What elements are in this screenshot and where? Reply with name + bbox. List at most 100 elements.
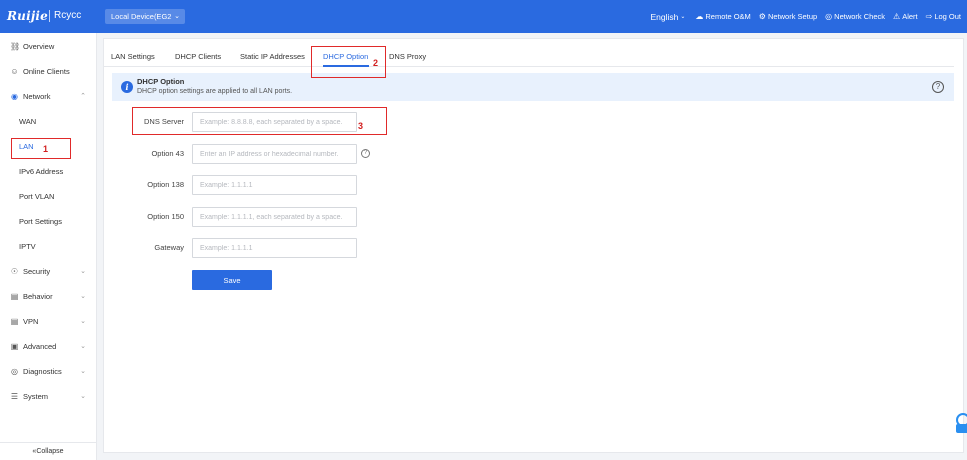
alert-icon: ⚠ bbox=[893, 12, 901, 21]
sidebar-item-label: VPN bbox=[23, 316, 39, 326]
sidebar-item-system[interactable]: ☰ System ⌄ bbox=[0, 387, 96, 405]
logout-link[interactable]: ⇨ Log Out bbox=[926, 12, 961, 21]
remote-om-link[interactable]: ☁ Remote O&M bbox=[695, 12, 750, 21]
sidebar-item-label: Port VLAN bbox=[19, 191, 55, 201]
option-138-label: Option 138 bbox=[147, 180, 184, 189]
tab-dns-proxy[interactable]: DNS Proxy bbox=[389, 52, 426, 61]
annotation-number-1: 1 bbox=[43, 144, 49, 154]
option-150-input[interactable] bbox=[192, 207, 357, 227]
collapse-label: Collapse bbox=[36, 448, 64, 455]
chevron-down-icon: ⌄ bbox=[174, 13, 180, 20]
annotation-number-2: 2 bbox=[373, 58, 379, 68]
chevron-down-icon: ⌄ bbox=[80, 368, 86, 375]
sidebar-item-wan[interactable]: WAN bbox=[0, 112, 96, 130]
sidebar-item-label: Diagnostics bbox=[23, 366, 62, 376]
logout-icon: ⇨ bbox=[925, 12, 933, 21]
advanced-icon: ▣ bbox=[10, 341, 19, 351]
option-43-input[interactable] bbox=[192, 144, 357, 164]
clients-icon: ☺ bbox=[10, 66, 19, 76]
option-138-input[interactable] bbox=[192, 175, 357, 195]
chevron-down-icon: ⌄ bbox=[80, 293, 86, 300]
sidebar-item-port-settings[interactable]: Port Settings bbox=[0, 212, 96, 230]
network-check-link[interactable]: ◎ Network Check bbox=[825, 12, 885, 21]
gear-icon: ⚙ bbox=[758, 12, 766, 21]
tab-bar: LAN Settings DHCP Clients Static IP Addr… bbox=[104, 39, 954, 67]
device-select[interactable]: Local Device(EG2 ⌄ bbox=[105, 9, 185, 24]
sidebar-item-label: WAN bbox=[19, 116, 37, 126]
sidebar-item-label: IPTV bbox=[19, 241, 36, 251]
assistant-widget-icon[interactable] bbox=[953, 412, 967, 434]
sidebar-item-online-clients[interactable]: ☺ Online Clients bbox=[0, 62, 96, 80]
option-138-row: Option 138 bbox=[104, 175, 384, 195]
option-43-label: Option 43 bbox=[151, 149, 184, 158]
header-actions: English ⌄ ☁ Remote O&M ⚙ Network Setup ◎… bbox=[650, 0, 961, 33]
behavior-icon: ▤ bbox=[10, 291, 19, 301]
network-setup-link[interactable]: ⚙ Network Setup bbox=[759, 12, 817, 21]
sidebar-item-network[interactable]: ◉ Network ⌃ bbox=[0, 87, 96, 105]
option-43-row: Option 43 ? bbox=[104, 144, 384, 164]
info-title: DHCP Option bbox=[137, 77, 185, 86]
help-icon[interactable]: ? bbox=[932, 81, 944, 93]
security-icon: ☉ bbox=[10, 266, 19, 276]
sidebar-item-diagnostics[interactable]: ◎ Diagnostics ⌄ bbox=[0, 362, 96, 380]
question-icon[interactable]: ? bbox=[361, 149, 370, 158]
info-banner: i DHCP Option DHCP option settings are a… bbox=[112, 73, 954, 101]
chevron-down-icon: ⌄ bbox=[80, 318, 86, 325]
alert-link[interactable]: ⚠ Alert bbox=[893, 12, 918, 21]
sidebar-item-overview[interactable]: ⛓ Overview bbox=[0, 37, 96, 55]
gateway-label: Gateway bbox=[154, 243, 184, 252]
overview-icon: ⛓ bbox=[10, 41, 21, 51]
chevron-down-icon: ⌄ bbox=[680, 14, 686, 20]
remote-om-label: Remote O&M bbox=[705, 12, 751, 21]
annotation-number-3: 3 bbox=[358, 121, 364, 131]
tab-dhcp-clients[interactable]: DHCP Clients bbox=[175, 52, 221, 61]
info-text: DHCP option settings are applied to all … bbox=[137, 88, 293, 95]
diagnostics-icon: ◎ bbox=[11, 366, 18, 376]
sidebar-item-advanced[interactable]: ▣ Advanced ⌄ bbox=[0, 337, 96, 355]
sidebar-item-port-vlan[interactable]: Port VLAN bbox=[0, 187, 96, 205]
sidebar: ⛓ Overview ☺ Online Clients ◉ Network ⌃ … bbox=[0, 33, 97, 460]
language-select[interactable]: English ⌄ bbox=[650, 12, 685, 22]
sidebar-item-label: Security bbox=[23, 266, 51, 276]
collapse-button[interactable]: « Collapse bbox=[0, 442, 96, 460]
vpn-icon: ▤ bbox=[10, 316, 19, 326]
check-icon: ◎ bbox=[825, 12, 833, 21]
chevron-down-icon: ⌄ bbox=[80, 393, 86, 400]
sidebar-item-ipv6-address[interactable]: IPv6 Address bbox=[0, 162, 96, 180]
system-icon: ☰ bbox=[10, 391, 19, 401]
language-label: English bbox=[650, 11, 679, 22]
logo-divider bbox=[49, 10, 50, 22]
save-button[interactable]: Save bbox=[192, 270, 272, 290]
gateway-row: Gateway bbox=[104, 238, 384, 258]
sidebar-item-security[interactable]: ☉ Security ⌄ bbox=[0, 262, 96, 280]
top-bar: Ruijie Rcycc Local Device(EG2 ⌄ English … bbox=[0, 0, 967, 33]
chevron-up-icon: ⌃ bbox=[80, 93, 86, 100]
cloud-icon: ☁ bbox=[695, 12, 704, 21]
network-check-label: Network Check bbox=[834, 12, 886, 21]
option-150-label: Option 150 bbox=[147, 212, 184, 221]
chevron-down-icon: ⌄ bbox=[80, 268, 86, 275]
sidebar-item-label: Network bbox=[23, 91, 51, 101]
sidebar-item-iptv[interactable]: IPTV bbox=[0, 237, 96, 255]
sidebar-item-label: IPv6 Address bbox=[19, 166, 64, 176]
alert-label: Alert bbox=[902, 12, 918, 21]
sidebar-item-label: Overview bbox=[23, 41, 55, 51]
gateway-input[interactable] bbox=[192, 238, 357, 258]
sidebar-item-label: Behavior bbox=[23, 291, 53, 301]
sidebar-item-behavior[interactable]: ▤ Behavior ⌄ bbox=[0, 287, 96, 305]
info-icon: i bbox=[121, 81, 133, 93]
tab-lan-settings[interactable]: LAN Settings bbox=[111, 52, 155, 61]
annotation-box-lan bbox=[11, 138, 71, 159]
sidebar-item-label: Online Clients bbox=[23, 66, 70, 76]
device-select-label: Local Device(EG2 bbox=[111, 12, 172, 21]
tab-static-ip-addresses[interactable]: Static IP Addresses bbox=[240, 52, 305, 61]
annotation-box-dns-server bbox=[132, 107, 387, 135]
sidebar-item-label: System bbox=[23, 391, 49, 401]
chevron-down-icon: ⌄ bbox=[80, 343, 86, 350]
logout-label: Log Out bbox=[934, 12, 961, 21]
ruijie-logo: Ruijie bbox=[7, 9, 48, 23]
reyee-logo: Rcycc bbox=[54, 10, 82, 21]
network-icon: ◉ bbox=[11, 91, 18, 101]
sidebar-item-label: Advanced bbox=[23, 341, 57, 351]
sidebar-item-vpn[interactable]: ▤ VPN ⌄ bbox=[0, 312, 96, 330]
